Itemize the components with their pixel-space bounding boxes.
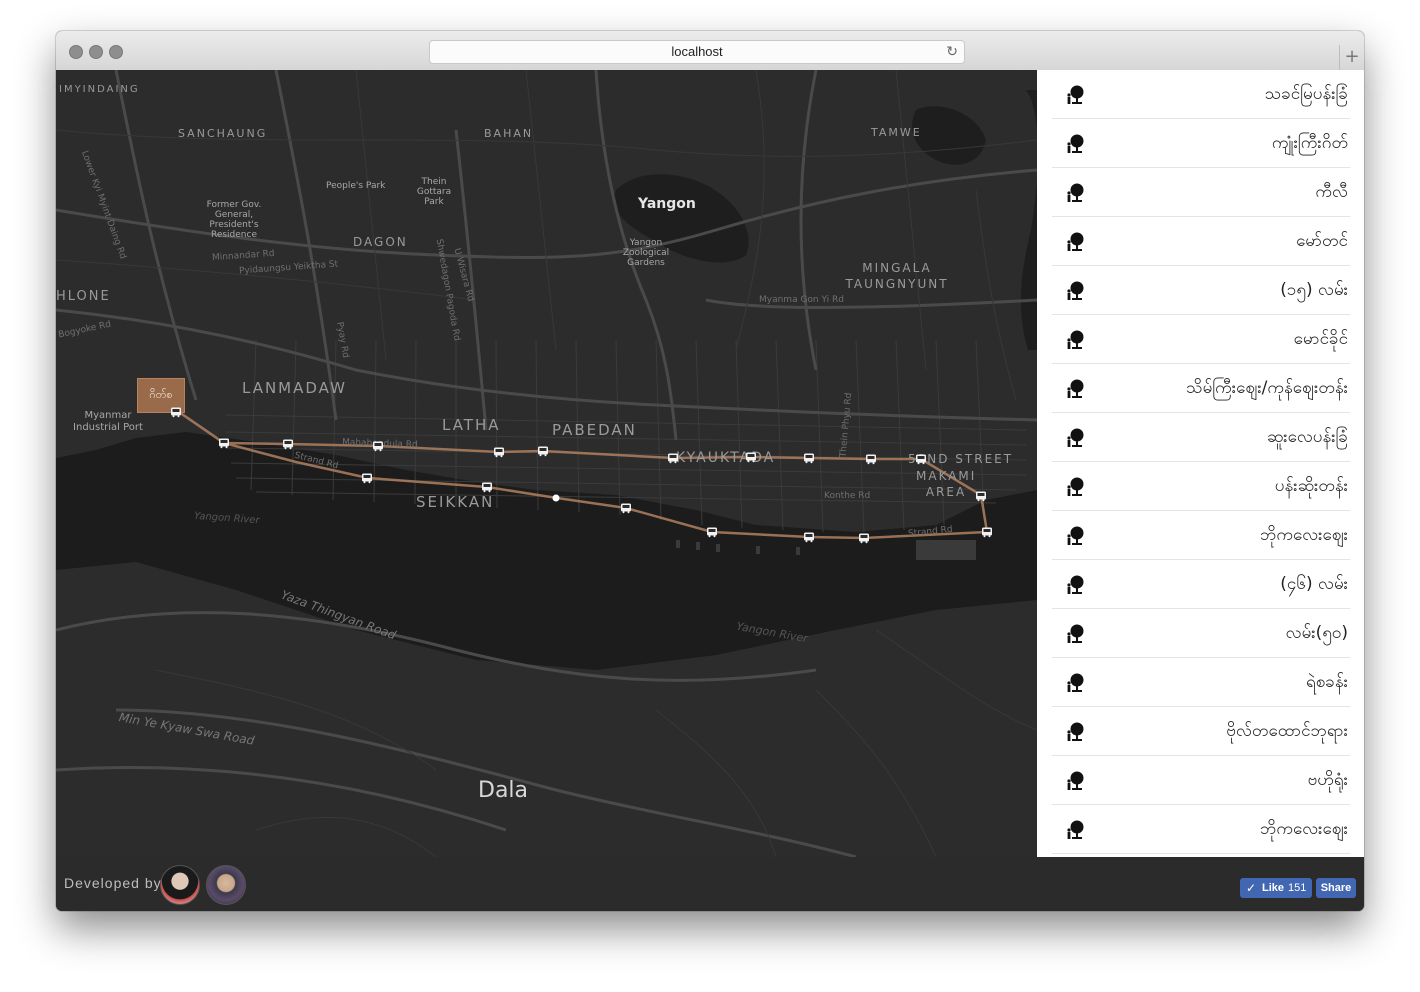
map-label-seikkan: SEIKKAN: [416, 493, 495, 511]
bus-stop-pin-icon: [1064, 133, 1086, 155]
facebook-like-button[interactable]: ✓ Like 151: [1240, 878, 1312, 898]
map-label-myanmar-port: Myanmar Industrial Port: [73, 410, 143, 433]
minimize-window-button[interactable]: [89, 45, 103, 59]
stop-list-item[interactable]: ကျုံးကြီးဂိတ်: [1052, 119, 1350, 168]
stop-list-item[interactable]: ဆူးလေပန်းခြံ: [1052, 413, 1350, 462]
map-label-tamwe: TAMWE: [871, 126, 922, 139]
bus-stop-list[interactable]: သခင်မြပန်းခြံကျုံးကြီးဂိတ်ကီလီမော်တင် (၁၅…: [1037, 70, 1364, 857]
bus-stop-pin-icon: [1064, 231, 1086, 253]
stop-name: ဘိုကလေးဈေး: [1259, 525, 1348, 545]
stop-list-item[interactable]: ဗိုလ်တထောင်ဘုရား: [1052, 707, 1350, 756]
map-label-kyauktada: KYAUKTADA: [676, 450, 776, 466]
stop-name: ရဲစခန်း: [1305, 672, 1348, 692]
map-view[interactable]: IMYINDAING SANCHAUNG BAHAN TAMWE People'…: [56, 70, 1037, 857]
map-label-mingala: MINGALA TAUNGNYUNT: [845, 261, 949, 291]
stop-list-item[interactable]: ဗဟိုရုံး: [1052, 756, 1350, 805]
stop-name: မောင်ခိုင်: [1293, 329, 1348, 349]
stop-list-item[interactable]: သိမ်ကြီးဈေး/ကုန်ဈေးတန်း: [1052, 364, 1350, 413]
stop-list-item[interactable]: လမ်း(၅၀): [1052, 609, 1350, 658]
terminus-marker[interactable]: ဂိတ်စ: [137, 378, 185, 413]
map-label-dagon: DAGON: [353, 235, 408, 249]
zoom-window-button[interactable]: [109, 45, 123, 59]
stop-name: ဗဟိုရုံး: [1307, 770, 1348, 790]
bus-stop-pin-icon: [1064, 672, 1086, 694]
map-label-yangon: Yangon: [638, 196, 696, 212]
bus-stop-pin-icon: [1064, 329, 1086, 351]
stop-name: (၄၆) လမ်း: [1280, 574, 1348, 594]
stop-list-item[interactable]: ကီလီ: [1052, 168, 1350, 217]
stop-name: သခင်မြပန်းခြံ: [1264, 84, 1348, 104]
stop-list-item[interactable]: (၁၅) လမ်း: [1052, 266, 1350, 315]
map-label-former-gov: Former Gov. General, President's Residen…: [206, 200, 262, 240]
like-count: 151: [1288, 882, 1307, 894]
bus-stop-pin-icon: [1064, 819, 1086, 841]
stop-list-item[interactable]: မော်တင်: [1052, 217, 1350, 266]
map-label-hlone: HLONE: [56, 289, 111, 304]
map-label-pabedan: PABEDAN: [552, 421, 637, 439]
developer-avatar-2[interactable]: [206, 865, 246, 905]
stop-list-item[interactable]: (၄၆) လမ်း: [1052, 560, 1350, 609]
bus-stop-pin-icon: [1064, 574, 1086, 596]
like-label: Like: [1262, 882, 1285, 894]
stop-name: ကျုံးကြီးဂိတ်: [1271, 133, 1348, 153]
map-label-imyindaing: IMYINDAING: [59, 84, 140, 95]
map-label-dala: Dala: [478, 778, 529, 803]
bus-stop-pin-icon: [1064, 280, 1086, 302]
stop-name: ကီလီ: [1315, 182, 1348, 202]
map-label-lanmadaw: LANMADAW: [242, 379, 347, 397]
stop-name: သိမ်ကြီးဈေး/ကုန်ဈေးတန်း: [1186, 378, 1348, 398]
map-label-52nd-street: 52ND STREET: [908, 452, 1014, 466]
stop-name: ဆူးလေပန်းခြံ: [1266, 427, 1348, 447]
footer-bar: Developed by ✓ Like 151 Share: [56, 857, 1364, 911]
facebook-share-button[interactable]: Share: [1316, 878, 1356, 898]
stop-list-item[interactable]: မောင်ခိုင်: [1052, 315, 1350, 364]
developed-by-label: Developed by: [64, 875, 162, 891]
map-label-latha: LATHA: [442, 416, 501, 434]
developer-avatar-1[interactable]: [160, 865, 200, 905]
map-label-bahan: BAHAN: [484, 127, 534, 140]
url-text: localhost: [671, 44, 723, 59]
stop-name: လမ်း(၅၀): [1285, 623, 1348, 643]
bus-stop-pin-icon: [1064, 721, 1086, 743]
stop-name: ဘိုကလေးဈေး: [1259, 819, 1348, 839]
browser-window: localhost ↻ + IMYINDAING SANCHAUNG BAHAN…: [56, 31, 1364, 911]
stop-list-item[interactable]: ရဲစခန်း: [1052, 658, 1350, 707]
title-bar: localhost ↻ +: [56, 31, 1364, 71]
stop-list-item[interactable]: ပန်းဆိုးတန်း: [1052, 462, 1350, 511]
stop-list-item[interactable]: သခင်မြပန်းခြံ: [1052, 70, 1350, 119]
close-window-button[interactable]: [69, 45, 83, 59]
stop-list-item[interactable]: ဘိုကလေးဈေး: [1052, 511, 1350, 560]
bus-stop-pin-icon: [1064, 770, 1086, 792]
address-bar[interactable]: localhost ↻: [429, 40, 965, 64]
check-icon: ✓: [1246, 881, 1257, 895]
map-label-makami-area: MAKAMI AREA: [916, 469, 977, 499]
bus-stop-pin-icon: [1064, 525, 1086, 547]
bus-stop-pin-icon: [1064, 623, 1086, 645]
map-label-myanma-gon-yi: Myanma Gon Yi Rd: [759, 295, 845, 305]
bus-stop-pin-icon: [1064, 378, 1086, 400]
bus-stop-pin-icon: [1064, 476, 1086, 498]
map-label-peoples-park: People's Park: [326, 181, 386, 191]
stop-list-item[interactable]: ဘိုကလေးဈေး: [1052, 805, 1350, 854]
map-label-konthe-rd: Konthe Rd: [824, 491, 871, 501]
map-label-yangon-zoo: Yangon Zoological Gardens: [622, 238, 670, 268]
new-tab-button[interactable]: +: [1339, 45, 1364, 70]
stop-name: (၁၅) လမ်း: [1280, 280, 1348, 300]
reload-icon[interactable]: ↻: [946, 41, 958, 63]
stop-name: မော်တင်: [1296, 231, 1348, 251]
bus-stop-pin-icon: [1064, 182, 1086, 204]
stop-name: ပန်းဆိုးတန်း: [1274, 476, 1348, 496]
map-label-sanchaung: SANCHAUNG: [178, 127, 268, 140]
stop-name: ဗိုလ်တထောင်ဘုရား: [1226, 721, 1348, 741]
bus-stop-pin-icon: [1064, 427, 1086, 449]
bus-stop-pin-icon: [1064, 84, 1086, 106]
map-label-thein-gottara: Thein Gottara Park: [416, 177, 452, 207]
